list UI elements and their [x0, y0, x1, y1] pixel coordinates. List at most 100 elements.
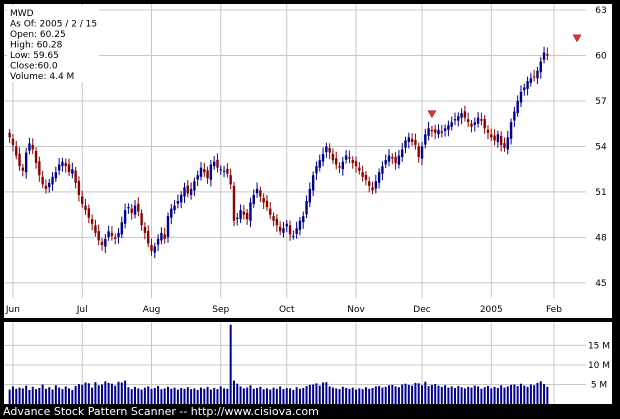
volume-bar	[256, 387, 259, 404]
candle-body	[401, 149, 404, 158]
ticker-label: MWD	[10, 9, 34, 19]
candle-body	[368, 181, 371, 186]
volume-bar	[500, 385, 503, 404]
candle-body	[41, 176, 44, 185]
candle-body	[239, 210, 242, 220]
candle-body	[189, 188, 193, 195]
volume-bar	[292, 389, 295, 404]
volume-bar	[223, 388, 226, 404]
volume-bar	[348, 388, 351, 404]
volume-bar	[176, 389, 179, 404]
volume-bar	[493, 386, 496, 404]
volume-bar	[38, 387, 41, 404]
candle-body	[57, 164, 61, 171]
candle-body	[311, 175, 315, 191]
volume-bar	[114, 385, 117, 404]
candle-body	[282, 228, 285, 233]
low-label: Low: 59.65	[10, 51, 59, 61]
candle-body	[226, 168, 229, 174]
volume-bar	[272, 387, 275, 404]
candle-body	[443, 128, 447, 131]
candle-body	[341, 161, 345, 170]
candle-body	[199, 167, 203, 177]
volume-bar	[355, 389, 358, 404]
candle-body	[305, 201, 308, 215]
candle-body	[539, 61, 542, 73]
candle-body	[473, 122, 476, 125]
candle-body	[315, 166, 318, 174]
volume-bar	[249, 385, 252, 404]
candle-body	[532, 76, 536, 78]
candle-body	[318, 160, 321, 168]
candle-body	[480, 119, 483, 121]
volume-bar	[242, 388, 245, 404]
candle-body	[81, 196, 84, 205]
candle-body	[463, 111, 467, 118]
candle-body	[232, 185, 236, 221]
volume-bar	[460, 387, 463, 404]
candle-body	[64, 163, 67, 167]
candle-body	[166, 216, 170, 238]
candle-body	[18, 153, 21, 167]
volume-bar	[289, 388, 292, 404]
volume-bar	[25, 385, 28, 404]
volume-bar	[510, 384, 513, 404]
volume-bar	[259, 386, 262, 404]
candle-body	[269, 208, 272, 215]
candle-body	[496, 134, 500, 142]
candle-body	[262, 197, 265, 203]
volume-bar	[226, 388, 229, 404]
volume-bar	[394, 386, 397, 404]
candle-body	[420, 146, 424, 159]
volume-bar	[430, 384, 433, 404]
candle-body	[229, 175, 232, 185]
candle-body	[67, 164, 71, 173]
volume-bar	[371, 387, 374, 404]
volume-bar	[150, 388, 153, 404]
candle-body	[493, 135, 496, 141]
volume-bar	[15, 388, 18, 404]
candle-body	[61, 161, 64, 167]
volume-bar	[183, 388, 186, 404]
volume-bar	[48, 387, 51, 404]
volume-bar	[302, 387, 305, 404]
candle-body	[24, 152, 28, 173]
candle-body	[308, 188, 312, 203]
volume-bar	[209, 389, 212, 404]
candle-body	[298, 220, 302, 230]
candle-body	[476, 117, 480, 124]
candle-body	[335, 158, 338, 165]
volume-bar	[506, 386, 509, 404]
volume-bar	[58, 387, 61, 404]
candle-body	[466, 119, 470, 123]
volume-bar	[275, 388, 278, 404]
volume-bar	[539, 381, 542, 404]
candle-body	[272, 216, 275, 221]
volume-bar	[265, 388, 268, 404]
candle-body	[140, 213, 143, 226]
volume-bar	[414, 382, 417, 404]
candle-body	[196, 175, 199, 180]
volume-bar	[328, 386, 331, 404]
volume-bar	[345, 387, 348, 404]
volume-bar	[232, 380, 235, 404]
candle-body	[358, 167, 361, 171]
candle-body	[470, 123, 473, 127]
candle-body	[77, 181, 81, 195]
volume-bar	[388, 385, 391, 404]
candle-body	[321, 154, 325, 162]
candle-body	[490, 134, 493, 138]
open-label: Open: 60.25	[10, 30, 66, 40]
volume-bar	[529, 384, 532, 404]
volume-bar	[536, 382, 539, 404]
candle-body	[430, 129, 434, 132]
volume-bar	[84, 382, 87, 404]
candle-body	[107, 231, 110, 238]
candle-body	[384, 160, 387, 165]
price-tick-label: 51	[595, 188, 606, 198]
candle-body	[110, 232, 114, 236]
volume-bar	[397, 387, 400, 404]
candle-body	[516, 100, 519, 114]
volume-bar	[325, 382, 328, 404]
volume-bar	[364, 387, 367, 404]
